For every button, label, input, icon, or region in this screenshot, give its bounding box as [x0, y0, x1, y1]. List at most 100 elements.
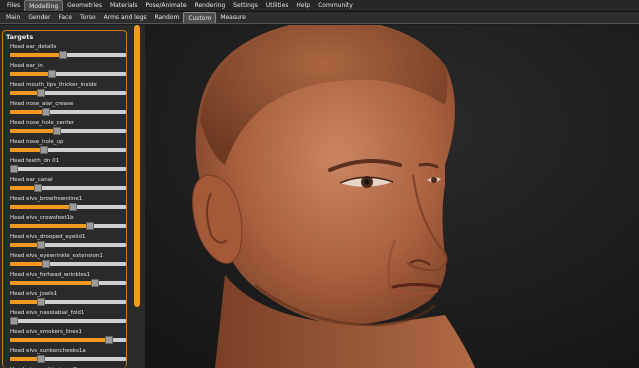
target-slider-handle[interactable] — [37, 241, 45, 249]
target-slider-fill — [10, 129, 57, 133]
target-slider-label: Head elvs_drooped_eyelid1 — [10, 234, 86, 240]
target-slider-handle[interactable] — [33, 184, 42, 192]
target-slider-fill — [10, 243, 39, 247]
target-slider-label: Head elvs_forhead_wrinkles1 — [10, 272, 91, 278]
target-slider-track[interactable] — [10, 262, 126, 266]
target-slider-label: Head elvs_browfrownline1 — [10, 196, 83, 202]
target-slider-handle[interactable] — [40, 146, 49, 154]
target-slider-fill — [10, 338, 113, 342]
target-slider-item: Head mouth_lips_thicker_inside — [8, 82, 126, 101]
target-slider-label: Head elvs_nasolabial_fold1 — [10, 310, 85, 316]
target-slider-track[interactable] — [10, 224, 126, 228]
target-slider-track[interactable] — [10, 243, 126, 247]
target-slider-item: Head ear_canal — [8, 177, 126, 196]
target-slider-track[interactable] — [10, 53, 126, 57]
target-slider-fill — [10, 53, 63, 57]
target-slider-track[interactable] — [10, 110, 126, 114]
subtab-measure[interactable]: Measure — [216, 12, 250, 23]
target-slider-item: Head elvs_sunkencheeks1a — [8, 348, 126, 367]
target-slider-item: Head elvs_crowsfeet1b — [8, 215, 126, 234]
head-render — [145, 25, 639, 368]
target-slider-item: Head nose_hole_center — [8, 120, 126, 139]
target-slider-label: Head ear_in — [10, 63, 43, 69]
targets-group: Targets Head ear_details Head ear_in Head … — [2, 30, 127, 368]
target-slider-item: Head ear_details — [8, 44, 126, 63]
target-slider-fill — [10, 186, 36, 190]
menu-tab-settings[interactable]: Settings — [229, 0, 262, 11]
target-slider-handle[interactable] — [42, 108, 51, 116]
target-slider-fill — [10, 281, 97, 285]
target-slider-label: Head ear_details — [10, 44, 57, 50]
target-slider-fill — [10, 148, 43, 152]
subtab-main[interactable]: Main — [2, 12, 24, 23]
subtab-random[interactable]: Random — [150, 12, 183, 23]
target-slider-fill — [10, 262, 45, 266]
target-slider-fill — [10, 91, 39, 95]
target-slider-track[interactable] — [10, 186, 126, 190]
menu-tab-help[interactable]: Help — [292, 0, 314, 11]
modelling-subtab-bar: Main Gender Face Torso Arms and legs Random Cu… — [0, 12, 639, 24]
panel-scroll-thumb[interactable] — [134, 25, 140, 307]
target-slider-handle[interactable] — [47, 70, 56, 78]
target-slider-label: Head elvs_crowsfeet1b — [10, 215, 74, 221]
target-slider-handle[interactable] — [91, 279, 99, 287]
menu-tab-modelling[interactable]: Modelling — [24, 0, 64, 11]
target-slider-handle[interactable] — [10, 317, 18, 325]
target-slider-label: Head ear_canal — [10, 177, 53, 183]
target-slider-label: Head nose_hole_up — [10, 139, 64, 145]
target-slider-label: Head mouth_lips_thicker_inside — [10, 82, 97, 88]
target-slider-label: Head nose_alar_crease — [10, 101, 74, 107]
targets-slider-list: Head ear_details Head ear_in Head mouth_li… — [8, 44, 126, 368]
target-slider-track[interactable] — [10, 357, 126, 361]
target-slider-track[interactable] — [10, 281, 126, 285]
menu-tab-community[interactable]: Community — [314, 0, 357, 11]
subtab-face[interactable]: Face — [54, 12, 76, 23]
target-slider-track[interactable] — [10, 72, 126, 76]
target-slider-handle[interactable] — [10, 165, 18, 173]
target-slider-item: Head elvs_drooped_eyelid1 — [8, 234, 126, 253]
target-slider-fill — [10, 357, 39, 361]
target-slider-handle[interactable] — [37, 298, 45, 306]
subtab-torso[interactable]: Torso — [76, 12, 100, 23]
target-slider-track[interactable] — [10, 129, 126, 133]
menu-tab-geometries[interactable]: Geometries — [63, 0, 106, 11]
target-slider-handle[interactable] — [105, 336, 114, 344]
target-slider-label: Head elvs_smokers_lines1 — [10, 329, 83, 335]
target-slider-label: Head elvs_jowls1 — [10, 291, 58, 297]
target-slider-track[interactable] — [10, 148, 126, 152]
subtab-gender[interactable]: Gender — [24, 12, 54, 23]
target-slider-handle[interactable] — [37, 89, 45, 97]
target-slider-item: Head nose_alar_crease — [8, 101, 126, 120]
target-slider-handle[interactable] — [69, 203, 78, 211]
target-slider-item: Head ear_in — [8, 63, 126, 82]
subtab-custom[interactable]: Custom — [183, 12, 217, 23]
menu-tab-utilities[interactable]: Utilities — [262, 0, 293, 11]
target-slider-handle[interactable] — [58, 51, 67, 59]
subtab-arms-and-legs[interactable]: Arms and legs — [100, 12, 151, 23]
target-slider-track[interactable] — [10, 91, 126, 95]
target-slider-fill — [10, 224, 92, 228]
target-slider-track[interactable] — [10, 205, 126, 209]
menu-tab-pose-animate[interactable]: Pose/Animate — [142, 0, 191, 11]
target-slider-handle[interactable] — [42, 260, 51, 268]
target-slider-track[interactable] — [10, 319, 126, 323]
menu-tab-rendering[interactable]: Rendering — [191, 0, 230, 11]
target-slider-handle[interactable] — [53, 127, 62, 135]
target-slider-handle[interactable] — [85, 222, 94, 230]
target-slider-item: Head elvs_eyewrinkle_extension1 — [8, 253, 126, 272]
left-panel: Targets Head ear_details Head ear_in Head … — [0, 25, 145, 368]
target-slider-fill — [10, 110, 45, 114]
panel-scrollbar[interactable] — [134, 25, 141, 368]
3d-viewport[interactable] — [145, 25, 639, 368]
menu-tab-materials[interactable]: Materials — [106, 0, 142, 11]
target-slider-label: Head nose_hole_center — [10, 120, 75, 126]
target-slider-item: Head elvs_forhead_wrinkles1 — [8, 272, 126, 291]
target-slider-fill — [10, 72, 51, 76]
target-slider-item: Head elvs_browfrownline1 — [8, 196, 126, 215]
target-slider-item: Head teeth_dn 01 — [8, 158, 126, 177]
target-slider-fill — [10, 205, 74, 209]
target-slider-track[interactable] — [10, 167, 126, 171]
target-slider-handle[interactable] — [37, 355, 45, 363]
menu-tab-files[interactable]: Files — [3, 0, 24, 11]
target-slider-track[interactable] — [10, 300, 126, 304]
